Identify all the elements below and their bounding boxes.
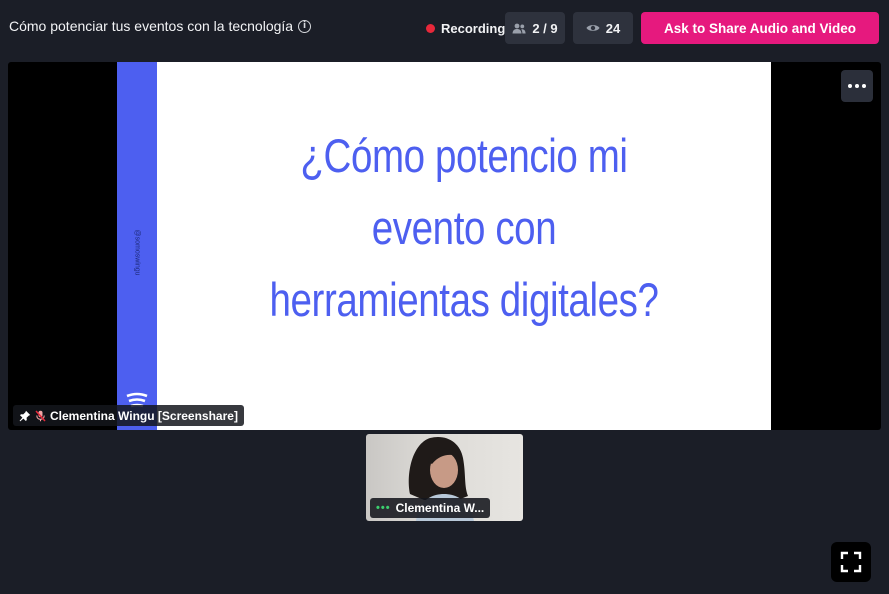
people-icon <box>512 23 526 34</box>
slide-handle-label: @somoswingu <box>133 228 141 276</box>
participants-button[interactable]: 2 / 9 <box>505 12 565 44</box>
event-title: Cómo potenciar tus eventos con la tecnol… <box>9 18 294 34</box>
slide-heading-line-1: ¿Cómo potencio mi <box>300 129 628 182</box>
main-stage: @somoswingu ¿Cómo potencio mi evento con… <box>8 62 881 430</box>
recording-label: Recording <box>441 20 506 36</box>
viewers-count: 24 <box>605 20 621 36</box>
screenshare-name: Clementina Wingu [Screenshare] <box>50 408 238 423</box>
pin-icon[interactable] <box>19 410 31 422</box>
info-icon[interactable]: i <box>298 19 312 33</box>
mic-muted-icon <box>35 409 46 422</box>
eye-icon <box>586 23 600 33</box>
fullscreen-button[interactable] <box>831 542 871 582</box>
screenshare-slide: @somoswingu ¿Cómo potencio mi evento con… <box>117 62 771 430</box>
speaking-indicator-icon: ••• <box>376 502 391 514</box>
fullscreen-icon <box>840 551 862 573</box>
recording-dot-icon <box>426 23 435 33</box>
more-dot-icon <box>848 84 852 88</box>
ask-to-share-button[interactable]: Ask to Share Audio and Video <box>641 12 879 44</box>
top-bar: Cómo potenciar tus eventos con la tecnol… <box>0 0 889 56</box>
slide-heading-line-3: herramientas digitales? <box>269 273 659 326</box>
recording-indicator: Recording <box>426 12 505 44</box>
participant-name: Clementina W... <box>395 501 485 515</box>
more-dot-icon <box>855 84 859 88</box>
event-title-group: Cómo potenciar tus eventos con la tecnol… <box>9 18 312 34</box>
screenshare-name-tag: Clementina Wingu [Screenshare] <box>13 405 244 426</box>
slide-heading-line-2: evento con <box>371 201 557 254</box>
more-options-button[interactable] <box>841 70 873 102</box>
participant-thumbnail[interactable]: ••• Clementina W... <box>366 434 523 521</box>
participants-count: 2 / 9 <box>532 20 558 36</box>
participant-name-tag: ••• Clementina W... <box>370 498 491 518</box>
more-dot-icon <box>862 84 866 88</box>
viewers-button[interactable]: 24 <box>573 12 633 44</box>
slide-heading: ¿Cómo potencio mi evento con herramienta… <box>157 120 771 336</box>
slide-handle-text: @somoswingu <box>127 222 147 282</box>
